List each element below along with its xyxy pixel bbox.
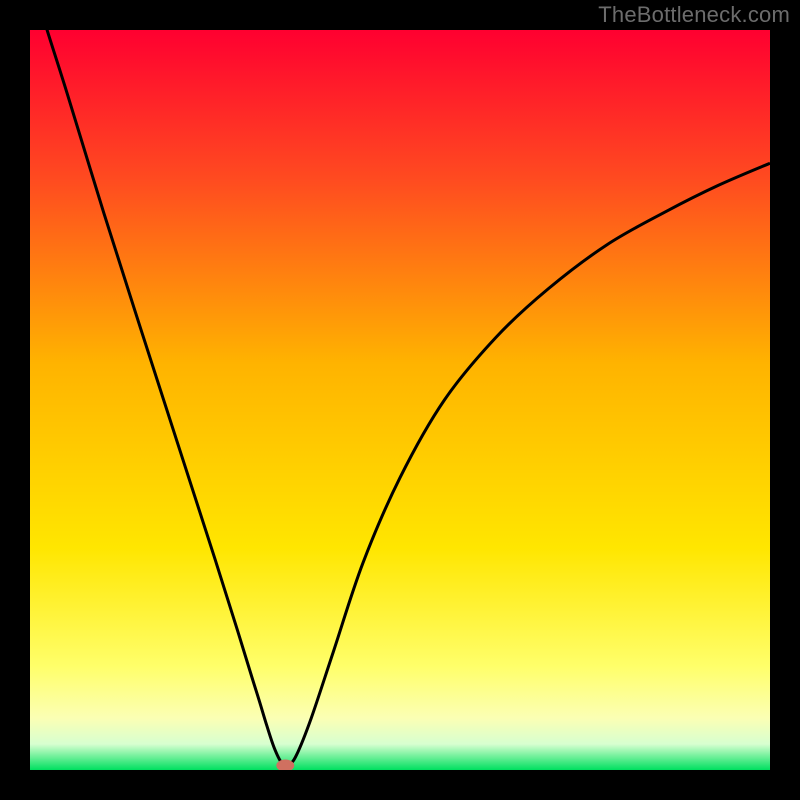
bottleneck-chart — [0, 0, 800, 800]
optimal-point-marker — [276, 760, 294, 772]
chart-background-gradient — [30, 30, 770, 770]
chart-container: TheBottleneck.com — [0, 0, 800, 800]
watermark-label: TheBottleneck.com — [598, 2, 790, 28]
